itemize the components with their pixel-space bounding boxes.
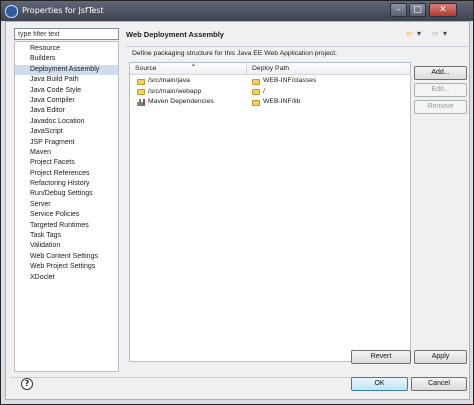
eclipse-icon	[5, 5, 18, 18]
nav-item[interactable]: Server	[15, 200, 118, 210]
back-menu-chevron-icon[interactable]: ▾	[417, 28, 421, 40]
nav-item[interactable]: Javadoc Location	[15, 117, 118, 127]
back-arrow-icon[interactable]: ⇦	[406, 28, 413, 40]
nav-item-label: Task Tags	[30, 232, 61, 240]
nav-item-label: JavaScript	[30, 128, 63, 136]
deploy-path-cell: WEB-INF/classes	[263, 77, 317, 84]
properties-dialog: Properties for JsfTest – □ ✕ Resource Bui…	[0, 0, 474, 405]
minimize-button[interactable]: –	[390, 3, 407, 17]
nav-item-label: Java Build Path	[30, 76, 79, 84]
nav-item[interactable]: Resource	[15, 44, 118, 54]
nav-item-label: Resource	[30, 45, 60, 52]
column-header-deploy-path[interactable]: Deploy Path	[247, 63, 410, 74]
nav-item-label: Deployment Assembly	[30, 65, 100, 73]
nav-item[interactable]: Run/Debug Settings	[15, 189, 118, 199]
add-button[interactable]: Add...	[414, 66, 467, 80]
nav-item[interactable]: Maven	[15, 148, 118, 158]
page-description: Define packaging structure for this Java…	[132, 50, 338, 57]
table-row[interactable]: /src/main/java WEB-INF/classes	[130, 76, 410, 87]
table-row[interactable]: /src/main/webapp /	[130, 87, 410, 98]
nav-item-label: XDoclet	[30, 273, 55, 281]
maximize-button[interactable]: □	[409, 3, 426, 17]
property-pages-tree: Resource Builders Deployment Assembly Java …	[14, 41, 119, 372]
table-header: Source ▲ Deploy Path	[130, 63, 410, 75]
nav-item-label: Server	[30, 200, 51, 208]
nav-item[interactable]: Deployment Assembly	[15, 64, 118, 76]
nav-item[interactable]: JSP Fragment	[15, 138, 118, 148]
nav-item[interactable]: Java Compiler	[15, 96, 118, 106]
folder-icon	[252, 78, 260, 85]
nav-item-label: Java Code Style	[30, 86, 81, 94]
nav-item-label: Web Content Settings	[30, 252, 98, 260]
nav-item[interactable]: Java Editor	[15, 106, 118, 116]
nav-item-label: Java Editor	[30, 107, 66, 115]
nav-item-label: Java Compiler	[30, 96, 75, 104]
nav-item-label: Service Policies	[30, 211, 80, 219]
source-cell: Maven Dependencies	[148, 98, 214, 106]
nav-item[interactable]: Task Tags	[15, 231, 118, 241]
nav-item-label: Project References	[30, 169, 90, 177]
folder-icon	[137, 78, 145, 85]
nav-item-label: Web Project Settings	[30, 263, 96, 271]
window-title: Properties for JsfTest	[22, 6, 104, 15]
forward-arrow-icon[interactable]: ⇨	[432, 28, 439, 40]
nav-item[interactable]: Java Build Path	[15, 75, 118, 85]
nav-item-label: Javadoc Location	[30, 117, 85, 125]
nav-item[interactable]: Web Project Settings	[15, 262, 118, 272]
apply-button[interactable]: Apply	[414, 350, 467, 364]
table-row[interactable]: Maven Dependencies WEB-INF/lib	[130, 97, 410, 108]
close-button[interactable]: ✕	[429, 3, 457, 17]
cancel-button[interactable]: Cancel	[411, 377, 467, 391]
nav-item-label: JSP Fragment	[30, 138, 75, 146]
folder-icon	[252, 89, 260, 96]
nav-item[interactable]: XDoclet	[15, 273, 118, 283]
dialog-body: Resource Builders Deployment Assembly Java …	[5, 21, 471, 400]
deploy-path-cell: WEB-INF/lib	[263, 98, 301, 106]
forward-menu-chevron-icon[interactable]: ▾	[443, 28, 447, 40]
column-header-source[interactable]: Source ▲	[130, 63, 247, 74]
nav-item-label: Builders	[30, 55, 56, 63]
nav-item[interactable]: Project Facets	[15, 158, 118, 168]
nav-item-label: Maven	[30, 148, 52, 156]
title-separator	[126, 46, 471, 47]
folder-icon	[137, 89, 145, 96]
folder-icon	[252, 99, 260, 106]
nav-item[interactable]: Validation	[15, 241, 118, 251]
nav-item[interactable]: Targeted Runtimes	[15, 221, 118, 231]
nav-item[interactable]: Web Content Settings	[15, 252, 118, 262]
assembly-table[interactable]: Source ▲ Deploy Path /src/main/java WEB-I…	[129, 62, 411, 362]
nav-item[interactable]: Builders	[15, 54, 118, 64]
help-icon[interactable]: ?	[21, 378, 33, 390]
nav-item[interactable]: Project References	[15, 169, 118, 179]
source-cell: /src/main/java	[148, 77, 190, 84]
edit-button[interactable]: Edit...	[414, 83, 467, 97]
nav-item[interactable]: JavaScript	[15, 127, 118, 137]
deploy-path-cell: /	[263, 87, 265, 95]
nav-item-label: Validation	[30, 242, 61, 250]
nav-item[interactable]: Refactoring History	[15, 179, 118, 189]
nav-item-label: Project Facets	[30, 159, 75, 167]
revert-button[interactable]: Revert	[351, 350, 411, 364]
ok-button[interactable]: OK	[351, 377, 408, 391]
sort-ascending-icon: ▲	[191, 62, 196, 68]
title-bar[interactable]: Properties for JsfTest – □ ✕	[1, 1, 473, 21]
nav-item[interactable]: Java Code Style	[15, 86, 118, 96]
remove-button[interactable]: Remove	[414, 100, 467, 114]
nav-item-label: Targeted Runtimes	[30, 221, 89, 229]
nav-item[interactable]: Service Policies	[15, 210, 118, 220]
nav-item-label: Refactoring History	[30, 180, 90, 188]
nav-item-label: Run/Debug Settings	[30, 190, 93, 198]
page-title: Web Deployment Assembly	[126, 30, 224, 39]
source-cell: /src/main/webapp	[148, 87, 202, 95]
filter-input[interactable]	[14, 28, 119, 40]
library-icon	[137, 99, 145, 107]
